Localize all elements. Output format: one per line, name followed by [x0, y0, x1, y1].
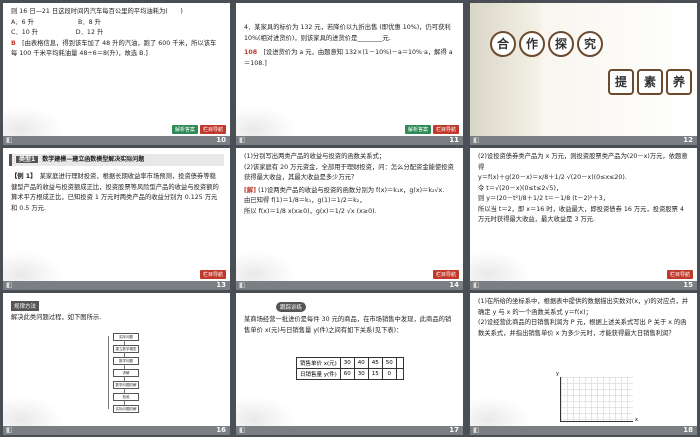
slide-number: 10 [216, 136, 226, 144]
flower-decoration [3, 396, 63, 426]
y-axis-label: y [556, 371, 559, 377]
flow-step: 实际问题的解 [113, 405, 139, 413]
practice-text: 某商场经营一批进价是每件 30 元的商品，在市场销售中发现，此商品的销售单价 x… [244, 316, 452, 334]
flower-decoration [470, 251, 530, 281]
slide-icon: ◧ [6, 281, 13, 289]
nav-button[interactable]: 栏目导航 [432, 270, 459, 279]
slide-18[interactable]: (1)在所给的坐标系中，根据表中提供的数据描出实数对(x，y)的对应点，并确定 … [470, 293, 697, 435]
answer-button[interactable]: 解析答案 [171, 125, 198, 134]
flow-step: 数学问题的解 [113, 381, 139, 389]
slide-12[interactable]: 合 作 探 究 提 素 养 ◧ 12 [470, 3, 697, 145]
table-row: 销售单价 x(元) 30 40 45 50 [296, 357, 404, 369]
question-text: 则 16 日—21 日这段时间内汽车每百公里的平均油耗为( ) A．6 升 B．… [11, 8, 217, 57]
flower-decoration [236, 251, 296, 281]
solution-text: (2)设投资债券类产品为 x 万元，则投资股票类产品为(20－x)万元，依题意得… [478, 153, 688, 223]
flower-decoration [470, 396, 530, 426]
slide-number: 16 [216, 426, 226, 434]
solution-text: (1)分别写出两类产品的收益与投资的函数关系式； (2)该家庭有 20 万元资金… [244, 153, 454, 215]
slide-icon: ◧ [473, 281, 480, 289]
example-text: 【例 1】 某家庭进行理财投资，根据长期收益率市场预测，投资债券等稳健型产品的收… [11, 173, 219, 212]
table-row: 日销售量 y(件) 60 30 15 0 [296, 368, 404, 380]
data-table: 销售单价 x(元) 30 40 45 50 日销售量 y(件) 60 30 15 0 [296, 357, 404, 380]
slide-number: 12 [683, 136, 693, 144]
slide-number: 18 [683, 426, 693, 434]
slide-icon: ◧ [473, 136, 480, 144]
slide-icon: ◧ [239, 136, 246, 144]
slide-13[interactable]: 类型1 数学建模—建立函数模型解决实际问题 【例 1】 某家庭进行理财投资，根据长… [3, 148, 230, 290]
flower-decoration [236, 396, 296, 426]
slide-number: 11 [449, 136, 459, 144]
wood-texture [470, 3, 540, 136]
question-text: 4．某家具的标价为 132 元，若降价以九折出售 (即优惠 10%)，仍可获利 … [244, 24, 453, 67]
slide-16[interactable]: 规律方法 解决此类问题过程，如下图所示. 实际问题 建立数学模型 数学问题 求解… [3, 293, 230, 435]
flow-step: 检验 [113, 393, 139, 401]
method-text: 解决此类问题过程，如下图所示. [11, 314, 102, 321]
slide-11[interactable]: 4．某家具的标价为 132 元，若降价以九折出售 (即优惠 10%)，仍可获利 … [236, 3, 463, 145]
slide-icon: ◧ [239, 281, 246, 289]
x-axis-label: x [635, 417, 638, 423]
nav-button[interactable]: 栏目导航 [432, 125, 459, 134]
question-text: (1)在所给的坐标系中，根据表中提供的数据描出实数对(x，y)的对应点，并确定 … [478, 298, 689, 337]
flow-step: 实际问题 [113, 333, 139, 341]
section-title: 合 作 探 究 [490, 31, 603, 57]
slide-14[interactable]: (1)分别写出两类产品的收益与投资的函数关系式； (2)该家庭有 20 万元资金… [236, 148, 463, 290]
slide-number: 17 [449, 426, 459, 434]
method-tag: 规律方法 [11, 301, 40, 311]
flow-step: 建立数学模型 [113, 345, 139, 353]
slide-17[interactable]: 跟踪训练 某商场经营一批进价是每件 30 元的商品，在市场销售中发现，此商品的销… [236, 293, 463, 435]
flow-step: 求解 [113, 369, 139, 377]
slide-15[interactable]: (2)设投资债券类产品为 x 万元，则投资股票类产品为(20－x)万元，依题意得… [470, 148, 697, 290]
type-title: 类型1 数学建模—建立函数模型解决实际问题 [9, 154, 224, 166]
nav-button[interactable]: 栏目导航 [199, 125, 226, 134]
flower-decoration [236, 106, 296, 136]
slide-number: 13 [216, 281, 226, 289]
slide-icon: ◧ [239, 426, 246, 434]
flower-decoration [3, 106, 63, 136]
practice-tag: 跟踪训练 [276, 302, 307, 312]
slide-icon: ◧ [6, 426, 13, 434]
slide-number: 15 [683, 281, 693, 289]
slide-number: 14 [449, 281, 459, 289]
section-subtitle: 提 素 养 [608, 69, 692, 95]
nav-button[interactable]: 栏目导航 [666, 270, 693, 279]
nav-button[interactable]: 栏目导航 [199, 270, 226, 279]
slide-10[interactable]: 则 16 日—21 日这段时间内汽车每百公里的平均油耗为( ) A．6 升 B．… [3, 3, 230, 145]
answer-button[interactable]: 解析答案 [404, 125, 431, 134]
slide-icon: ◧ [473, 426, 480, 434]
coordinate-grid [560, 377, 633, 422]
flower-decoration [3, 251, 63, 281]
slide-icon: ◧ [6, 136, 13, 144]
flow-step: 数学问题 [113, 357, 139, 365]
